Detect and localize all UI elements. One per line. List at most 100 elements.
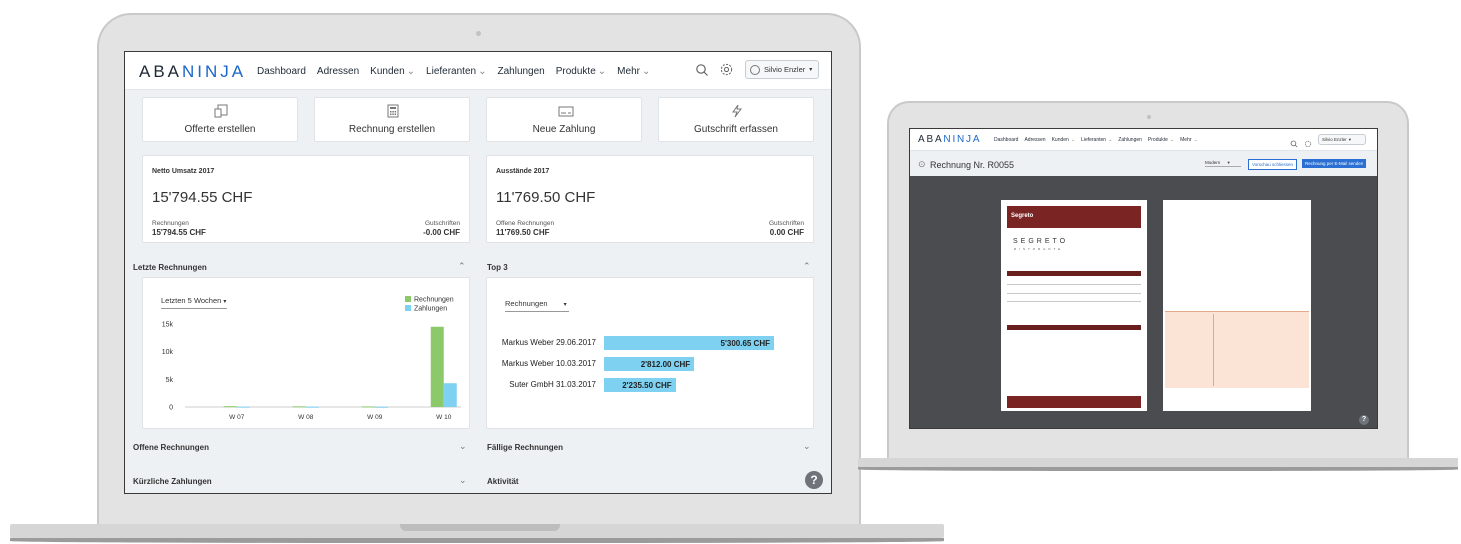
ausstaende-amount: 11'769.50 CHF bbox=[496, 189, 596, 206]
quick-action-3[interactable]: Neue Zahlung bbox=[486, 97, 642, 142]
chevron-down-icon: ▾ bbox=[1348, 136, 1352, 142]
lightning-icon bbox=[730, 104, 744, 118]
back-icon[interactable]: ⊙ bbox=[918, 159, 926, 170]
help-button[interactable]: ? bbox=[805, 471, 823, 489]
ausstaende-left-value: 11'769.50 CHF bbox=[496, 228, 550, 237]
quick-action-1[interactable]: Offerte erstellen bbox=[142, 97, 298, 142]
bar-zahlungen-w07[interactable] bbox=[236, 406, 250, 408]
bar-zahlungen-w08[interactable] bbox=[305, 406, 319, 408]
section-top3[interactable]: Top 3 bbox=[487, 263, 508, 272]
quick-action-4[interactable]: Gutschrift erfassen bbox=[658, 97, 814, 142]
chevron-down-icon[interactable]: ⌄ bbox=[803, 441, 811, 452]
legend-label: Zahlungen bbox=[414, 306, 447, 313]
bar-rechnungen-w09[interactable] bbox=[361, 406, 375, 408]
send-email-button[interactable]: Rechnung per E-Mail senden bbox=[1302, 159, 1367, 168]
chevron-down-icon: ⌄ bbox=[597, 66, 607, 77]
bar-rechnungen-w08[interactable] bbox=[292, 406, 306, 408]
chevron-down-icon: ▾ bbox=[809, 67, 813, 73]
user-menu-button[interactable]: Silvio Enzler ▾ bbox=[745, 60, 819, 79]
table-header-band bbox=[1007, 271, 1141, 276]
quick-action-label: Neue Zahlung bbox=[532, 124, 596, 135]
quick-action-2[interactable]: Rechnung erstellen bbox=[314, 97, 470, 142]
preview-close-button[interactable]: Vorschau schliessen bbox=[1248, 159, 1298, 170]
payment-slip-icon bbox=[558, 104, 574, 118]
camera-icon bbox=[476, 31, 481, 36]
user-menu-button-small[interactable]: Silvio Enzler ▾ bbox=[1318, 134, 1366, 145]
nav-item-dashboard[interactable]: Dashboard bbox=[257, 66, 306, 77]
abaninja-logo-small[interactable]: ABANINJA bbox=[918, 134, 981, 145]
chevron-down-icon[interactable]: ⌄ bbox=[459, 441, 467, 452]
nav-item-kunden[interactable]: Kunden ⌄ bbox=[370, 66, 415, 77]
section-letzte-rechnungen[interactable]: Letzte Rechnungen bbox=[133, 263, 207, 272]
nav-item-produkte[interactable]: Produkte ⌄ bbox=[1148, 137, 1174, 143]
bar-rechnungen-w07[interactable] bbox=[223, 406, 237, 408]
camera-icon bbox=[1147, 115, 1151, 119]
nav-item-lieferanten[interactable]: Lieferanten ⌄ bbox=[1081, 137, 1112, 143]
template-select[interactable]: Modern ▾ bbox=[1205, 160, 1241, 167]
ausstaende-left-label: Offene Rechnungen bbox=[496, 220, 555, 227]
user-icon bbox=[750, 64, 760, 75]
bar-zahlungen-w09[interactable] bbox=[374, 406, 388, 408]
legend-swatch bbox=[405, 305, 411, 311]
chevron-down-icon: ⌄ bbox=[406, 66, 416, 77]
nav-item-zahlungen[interactable]: Zahlungen bbox=[497, 66, 544, 77]
chevron-down-icon: ⌄ bbox=[1193, 137, 1198, 143]
chevron-up-icon[interactable]: ⌃ bbox=[458, 261, 466, 272]
ausstaende-title: Ausstände 2017 bbox=[496, 168, 550, 175]
netto-umsatz-card: Netto Umsatz 2017 15'794.55 CHF Rechnung… bbox=[142, 155, 470, 243]
chevron-up-icon[interactable]: ⌃ bbox=[803, 261, 811, 272]
nav-item-dashboard[interactable]: Dashboard bbox=[994, 137, 1018, 143]
chevron-down-icon: ⌄ bbox=[1108, 137, 1113, 143]
bar-rechnungen-w10[interactable] bbox=[430, 326, 444, 407]
top3-label: Suter GmbH 31.03.2017 bbox=[509, 380, 596, 389]
netto-left-label: Rechnungen bbox=[152, 220, 189, 227]
search-icon[interactable] bbox=[695, 63, 709, 77]
chevron-down-icon: ⌄ bbox=[1169, 137, 1175, 143]
netto-title: Netto Umsatz 2017 bbox=[152, 168, 215, 175]
y-tick-label: 0 bbox=[169, 405, 173, 412]
quick-action-label: Offerte erstellen bbox=[184, 124, 256, 135]
nav-item-zahlungen[interactable]: Zahlungen bbox=[1118, 137, 1142, 143]
netto-right-value: -0.00 CHF bbox=[423, 228, 460, 237]
chevron-down-icon[interactable]: ⌄ bbox=[459, 475, 467, 486]
netto-left-value: 15'794.55 CHF bbox=[152, 228, 206, 237]
legend-swatch bbox=[405, 296, 411, 302]
dashboard-screen: ABANINJA Dashboard Adressen Kunden ⌄ Liefer… bbox=[124, 51, 832, 494]
calculator-icon bbox=[386, 104, 400, 118]
section-offene-rechnungen[interactable]: Offene Rechnungen bbox=[133, 443, 209, 452]
section-kuerzliche-zahlungen[interactable]: Kürzliche Zahlungen bbox=[133, 477, 212, 486]
invoice-title: Rechnung Nr. R0055 bbox=[930, 160, 1015, 170]
x-tick-label: W 07 bbox=[229, 414, 245, 421]
letzte-rechnungen-chart-card: Letzten 5 Wochen ▾ 15k 10k 5k 0 W 07 W 08 W 09… bbox=[142, 277, 470, 429]
gear-icon[interactable] bbox=[1304, 135, 1312, 153]
company-logo-text: SEGRETO bbox=[1013, 238, 1069, 245]
invoice-screen: ABANINJA Dashboard Adressen Kunden ⌄ Liefer… bbox=[909, 128, 1378, 429]
netto-amount: 15'794.55 CHF bbox=[152, 189, 253, 206]
help-button-small[interactable]: ? bbox=[1359, 415, 1369, 425]
search-icon[interactable] bbox=[1290, 135, 1298, 153]
x-tick-label: W 10 bbox=[436, 414, 452, 421]
chevron-down-icon: ⌄ bbox=[478, 66, 487, 77]
nav-item-kunden[interactable]: Kunden ⌄ bbox=[1052, 137, 1075, 143]
ausstaende-right-value: 0.00 CHF bbox=[769, 228, 804, 237]
nav-item-lieferanten[interactable]: Lieferanten ⌄ bbox=[426, 66, 486, 77]
top-navbar-small: ABANINJA Dashboard Adressen Kunden ⌄ Liefer… bbox=[910, 129, 1377, 151]
abaninja-logo[interactable]: ABANINJA bbox=[139, 62, 246, 82]
nav-item-mehr[interactable]: Mehr ⌄ bbox=[1180, 137, 1198, 143]
top3-select[interactable]: Rechnungen ▾ bbox=[505, 299, 569, 312]
nav-item-produkte[interactable]: Produkte ⌄ bbox=[556, 66, 606, 77]
section-aktivitaet[interactable]: Aktivität bbox=[487, 477, 519, 486]
nav-item-adressen[interactable]: Adressen bbox=[1024, 137, 1045, 143]
main-nav: Dashboard Adressen Kunden ⌄ Lieferanten ⌄ Za… bbox=[257, 66, 661, 77]
gear-icon[interactable] bbox=[719, 62, 734, 77]
bar-zahlungen-w10[interactable] bbox=[443, 383, 457, 407]
quick-action-label: Rechnung erstellen bbox=[348, 124, 436, 135]
nav-item-adressen[interactable]: Adressen bbox=[317, 66, 359, 77]
section-faellige-rechnungen[interactable]: Fällige Rechnungen bbox=[487, 443, 563, 452]
bar-chart: 15k 10k 5k 0 W 07 W 08 W 09 W 10 Rechnungen Zahlu… bbox=[162, 296, 461, 421]
y-tick-label: 15k bbox=[162, 322, 174, 329]
ausstaende-right-label: Gutschriften bbox=[768, 220, 804, 227]
payment-slip bbox=[1165, 311, 1309, 388]
nav-item-mehr[interactable]: Mehr ⌄ bbox=[617, 66, 650, 77]
top-navbar: ABANINJA Dashboard Adressen Kunden ⌄ Liefer… bbox=[125, 52, 831, 90]
